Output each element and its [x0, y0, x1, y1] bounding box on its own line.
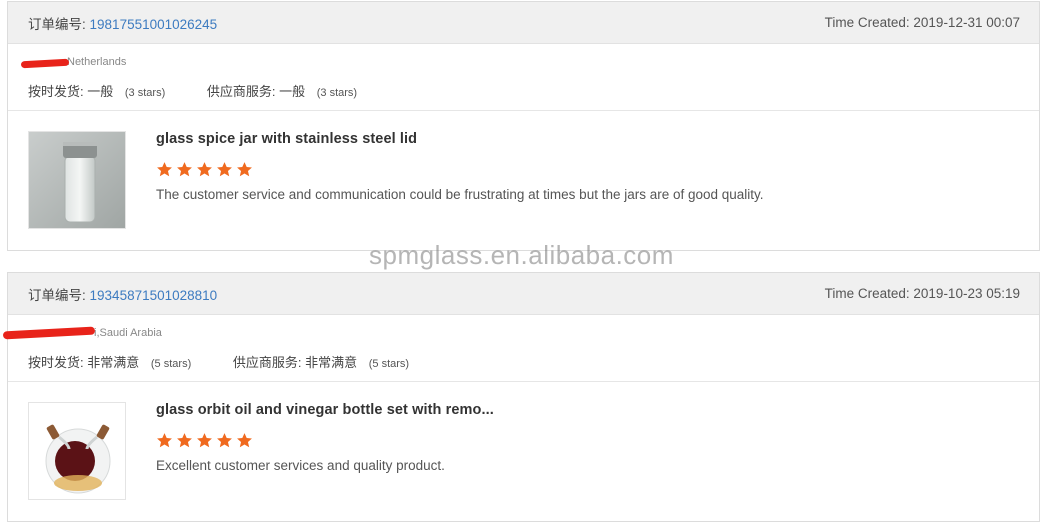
supplier-service-rating: 供应商服务: 一般 (3 stars): [206, 84, 358, 99]
buyer-location: Netherlands: [67, 56, 127, 68]
time-created-label: Time Created:: [824, 15, 910, 30]
buyer-info: Netherlands 按时发货: 一般 (3 stars) 供应商服务: 一般…: [8, 44, 1039, 111]
buyer-info: i,Saudi Arabia 按时发货: 非常满意 (5 stars) 供应商服…: [2, 315, 1039, 382]
buyer-location: i,Saudi Arabia: [94, 327, 162, 339]
order-id: 订单编号: 19817551001026245: [28, 13, 217, 33]
order-id: 订单编号: 19345871501028810: [28, 284, 217, 304]
star-icon: [197, 162, 212, 177]
time-created: Time Created: 2019-12-31 00:07: [825, 15, 1020, 30]
product-star-rating: [156, 161, 253, 178]
time-created-label: Time Created:: [824, 286, 910, 301]
product-thumbnail[interactable]: [28, 131, 126, 229]
order-number-label: 订单编号:: [28, 287, 86, 303]
product-review: glass orbit oil and vinegar bottle set w…: [8, 382, 1039, 522]
star-icon: [157, 433, 172, 448]
watermark: spmglass.en.alibaba.com: [369, 240, 674, 270]
time-created-value: 2019-10-23 05:19: [913, 286, 1020, 301]
redaction-mark: [20, 58, 70, 69]
star-icon: [217, 433, 232, 448]
redaction-mark: [2, 326, 96, 340]
ratings-row: 按时发货: 一般 (3 stars) 供应商服务: 一般 (3 stars): [28, 81, 357, 100]
product-title[interactable]: glass orbit oil and vinegar bottle set w…: [156, 402, 494, 418]
product-title[interactable]: glass spice jar with stainless steel lid: [156, 131, 417, 147]
star-icon: [177, 162, 192, 177]
ratings-row: 按时发货: 非常满意 (5 stars) 供应商服务: 非常满意 (5 star…: [28, 352, 409, 371]
review-text: Excellent customer services and quality …: [156, 458, 445, 473]
order-header: 订单编号: 19345871501028810 Time Created: 20…: [8, 273, 1039, 315]
review-text: The customer service and communication c…: [156, 187, 764, 202]
ontime-delivery-rating: 按时发货: 一般 (3 stars): [28, 84, 166, 99]
time-created-value: 2019-12-31 00:07: [913, 15, 1020, 30]
order-number-link[interactable]: 19345871501028810: [90, 288, 218, 303]
oil-vinegar-bottle-image: [29, 403, 125, 499]
star-icon: [237, 162, 252, 177]
order-card: 订单编号: 19345871501028810 Time Created: 20…: [2, 272, 1040, 522]
star-icon: [177, 433, 192, 448]
order-number-label: 订单编号:: [28, 16, 86, 32]
star-icon: [197, 433, 212, 448]
product-review: glass spice jar with stainless steel lid…: [8, 111, 1039, 251]
product-thumbnail[interactable]: [28, 402, 126, 500]
product-star-rating: [156, 432, 253, 449]
order-card: 订单编号: 19817551001026245 Time Created: 20…: [7, 1, 1040, 251]
star-icon: [217, 162, 232, 177]
spice-jar-image: [29, 132, 125, 228]
star-icon: [157, 162, 172, 177]
time-created: Time Created: 2019-10-23 05:19: [825, 286, 1020, 301]
supplier-service-rating: 供应商服务: 非常满意 (5 stars): [232, 355, 410, 370]
star-icon: [237, 433, 252, 448]
order-header: 订单编号: 19817551001026245 Time Created: 20…: [8, 2, 1039, 44]
order-number-link[interactable]: 19817551001026245: [90, 17, 218, 32]
ontime-delivery-rating: 按时发货: 非常满意 (5 stars): [28, 355, 192, 370]
